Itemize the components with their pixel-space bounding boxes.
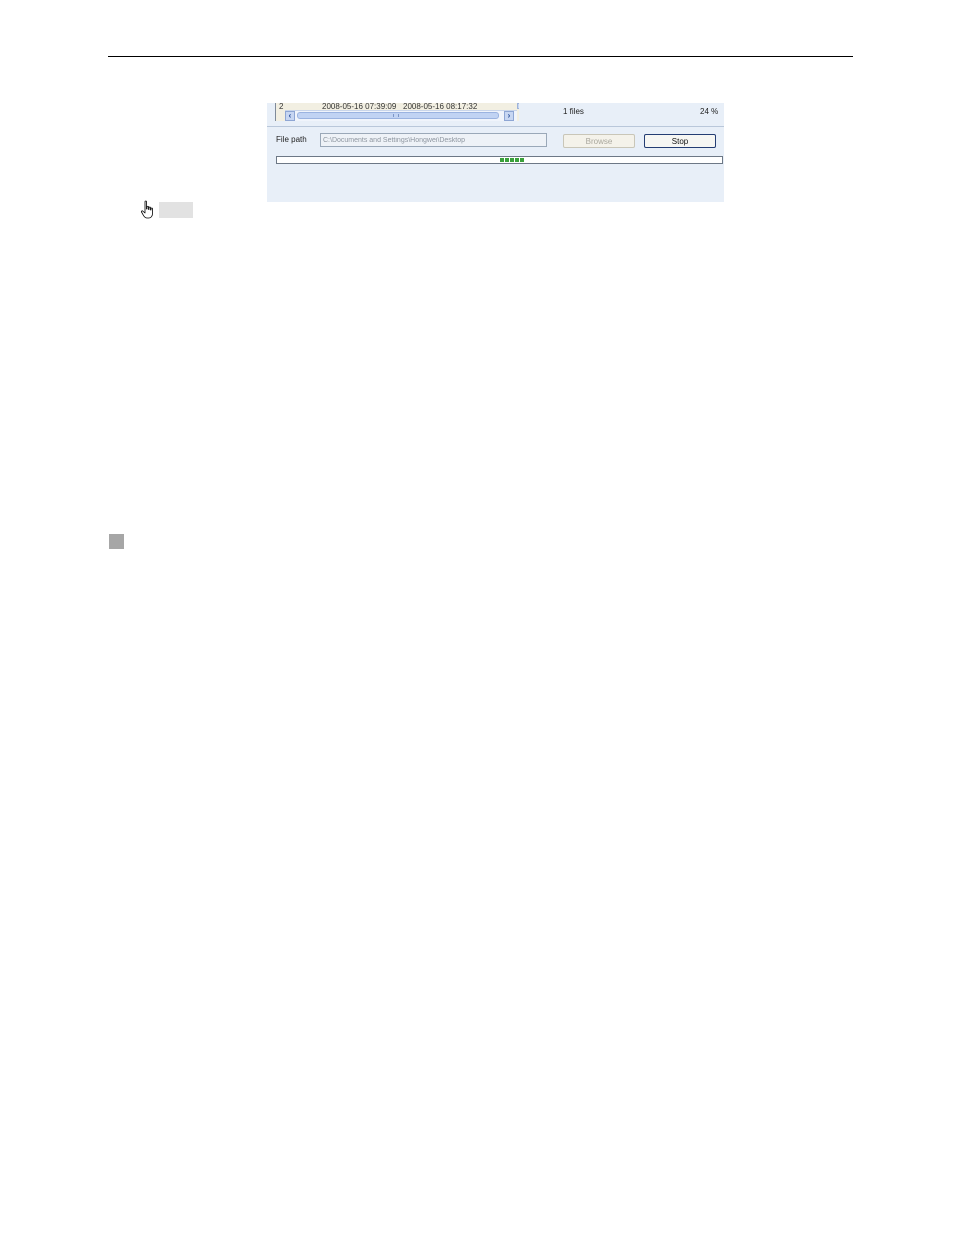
file-path-label: File path	[276, 135, 307, 144]
highlight-chip	[159, 202, 193, 218]
progress-block	[505, 158, 509, 162]
scroll-right-button[interactable]: ›	[504, 111, 514, 121]
download-panel: 2 2008-05-16 07:39:09 2008-05-16 08:17:3…	[267, 103, 724, 202]
row-index: 2	[279, 103, 284, 111]
files-count: 1 files	[563, 107, 584, 116]
divider	[267, 126, 724, 127]
file-path-input[interactable]	[320, 133, 547, 147]
thumb-grip-icon	[393, 114, 399, 117]
scroll-down-button[interactable]: ▼	[517, 103, 519, 109]
scrollbar-thumb[interactable]	[297, 112, 499, 119]
bullet-marker	[109, 534, 124, 549]
record-list: 2 2008-05-16 07:39:09 2008-05-16 08:17:3…	[275, 103, 519, 121]
hand-pointer-icon	[141, 200, 153, 219]
stop-button[interactable]: Stop	[644, 134, 716, 148]
progress-block	[515, 158, 519, 162]
progress-block	[520, 158, 524, 162]
browse-button[interactable]: Browse	[563, 134, 635, 148]
progress-bar	[276, 156, 723, 164]
scroll-left-button[interactable]: ‹	[285, 111, 295, 121]
chevron-right-icon: ›	[507, 111, 511, 120]
progress-percent: 24 %	[700, 107, 719, 116]
progress-block	[500, 158, 504, 162]
chevron-left-icon: ‹	[288, 111, 292, 120]
progress-block	[510, 158, 514, 162]
horizontal-scrollbar[interactable]: ‹ ›	[285, 110, 517, 121]
page-header-rule	[108, 56, 853, 57]
